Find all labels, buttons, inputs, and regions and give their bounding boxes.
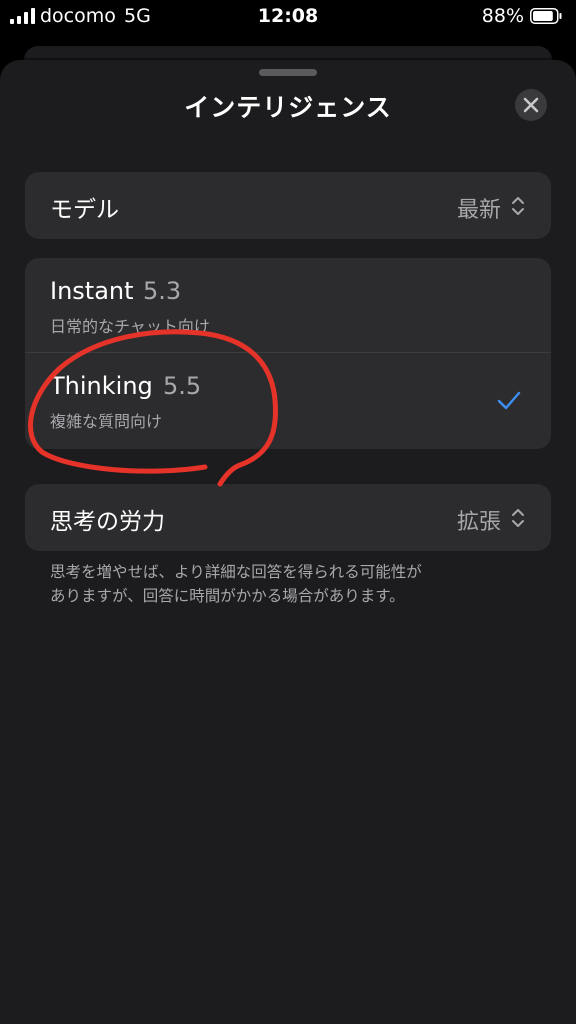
- effort-footnote: 思考を増やせば、より詳細な回答を得られる可能性が ありますが、回答に時間がかかる…: [50, 560, 520, 608]
- close-icon: [523, 97, 539, 113]
- option-subtitle: 日常的なチャット向け: [50, 317, 210, 336]
- checkmark-icon: [497, 391, 521, 410]
- model-options-list: Instant 5.3 日常的なチャット向け Thinking 5.5 複雑な質…: [25, 258, 551, 449]
- intelligence-sheet: インテリジェンス モデル 最新 Instant 5.3 日常的なチャット向け T…: [0, 60, 576, 1024]
- option-version: 5.3: [143, 277, 182, 305]
- option-title: Instant: [50, 277, 134, 305]
- screen: docomo 5G 12:08 88% インテリジェンス モデル 最新 Inst…: [0, 0, 576, 1024]
- sheet-grabber[interactable]: [259, 69, 317, 76]
- effort-label: 思考の労力: [50, 509, 165, 535]
- chevron-up-down-icon: [512, 509, 524, 527]
- thinking-effort-row[interactable]: 思考の労力 拡張: [25, 484, 551, 551]
- battery-icon: [530, 8, 562, 24]
- close-button[interactable]: [515, 89, 547, 121]
- option-subtitle: 複雑な質問向け: [50, 412, 163, 431]
- option-instant[interactable]: Instant 5.3 日常的なチャット向け: [25, 258, 551, 353]
- sheet-title: インテリジェンス: [184, 93, 392, 122]
- chevron-up-down-icon: [512, 197, 524, 215]
- footnote-line: ありますが、回答に時間がかかる場合があります。: [50, 587, 405, 605]
- battery-percentage: 88%: [481, 5, 524, 27]
- option-thinking[interactable]: Thinking 5.5 複雑な質問向け: [25, 353, 551, 449]
- footnote-line: 思考を増やせば、より詳細な回答を得られる可能性が: [50, 563, 422, 581]
- model-label: モデル: [50, 197, 119, 223]
- model-selector-row[interactable]: モデル 最新: [25, 172, 551, 239]
- model-value: 最新: [456, 198, 501, 223]
- status-bar: docomo 5G 12:08 88%: [0, 0, 576, 34]
- effort-value: 拡張: [456, 510, 501, 535]
- option-title: Thinking: [50, 372, 153, 400]
- option-version: 5.5: [163, 372, 202, 400]
